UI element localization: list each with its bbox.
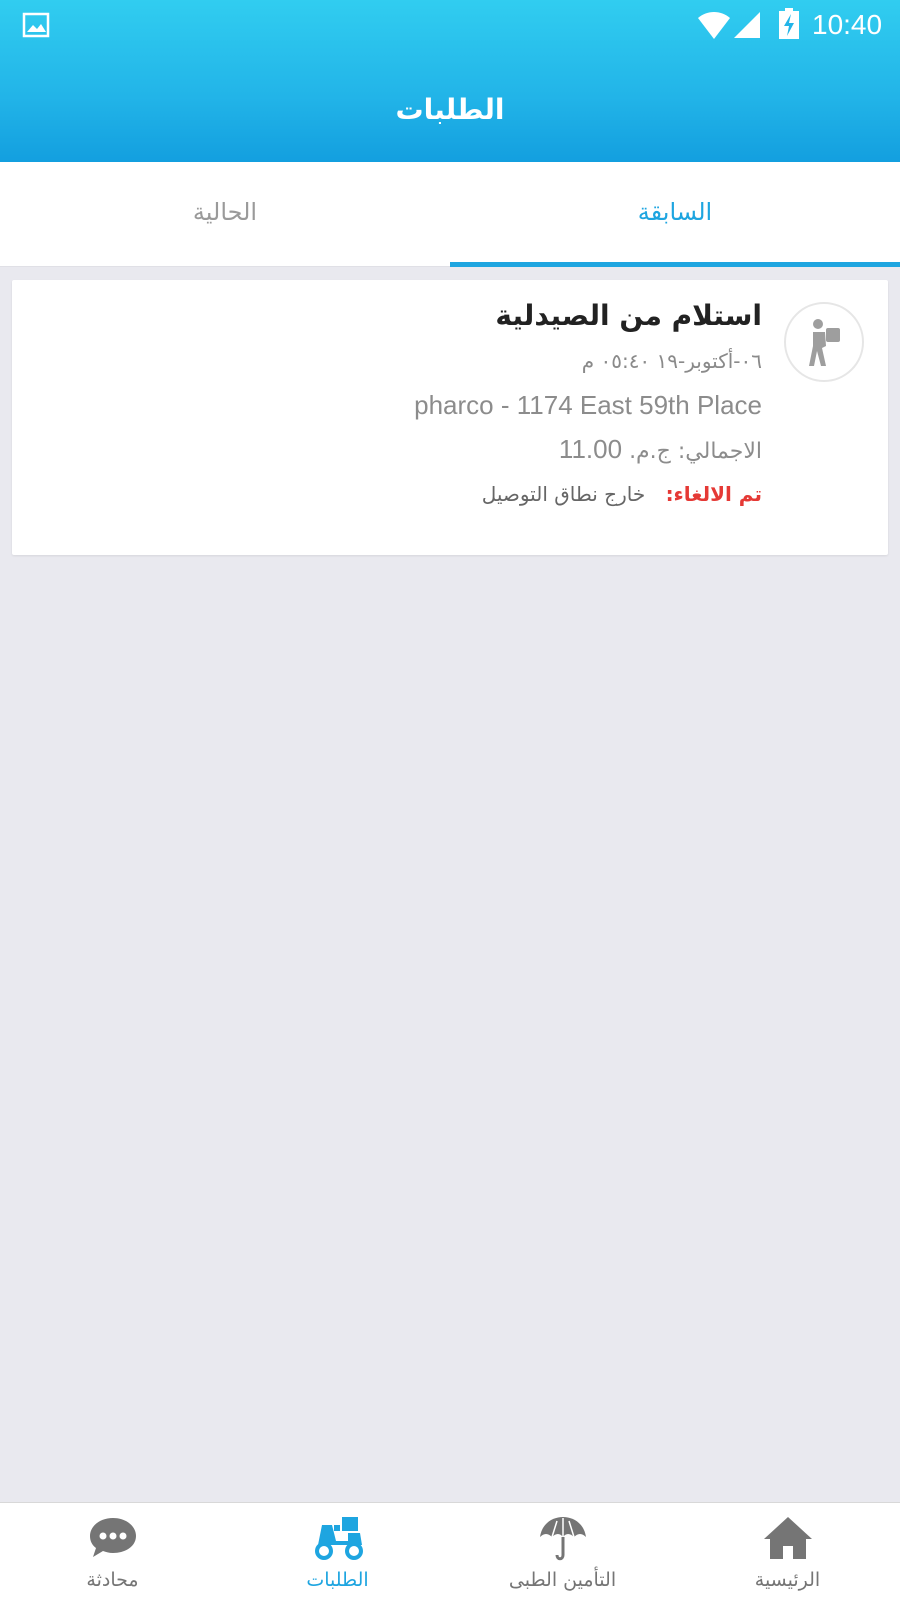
nav-item-chat[interactable]: محادثة — [0, 1503, 225, 1600]
tab-selected-indicator — [450, 262, 900, 267]
order-pharmacy: pharco - 1174 East 59th Place — [414, 390, 762, 420]
nav-item-orders[interactable]: الطلبات — [225, 1503, 450, 1600]
nav-label-chat: محادثة — [86, 1569, 139, 1591]
gallery-icon — [22, 12, 50, 38]
order-total-label: الاجمالي: ج.م. — [629, 439, 762, 464]
bottom-navigation: الرئيسية التأمين الطبى الطلبات محادثة — [0, 1502, 900, 1600]
order-card[interactable]: استلام من الصيدلية ٠٦-أكتوبر-١٩ ٠٥:٤٠ م … — [12, 280, 888, 555]
wifi-icon — [698, 12, 730, 39]
order-total: الاجمالي: ج.م. 11.00 — [62, 432, 762, 469]
umbrella-icon — [540, 1517, 586, 1561]
order-date: ٠٦-أكتوبر-١٩ ٠٥:٤٠ م — [581, 349, 762, 373]
order-total-amount: 11.00 — [558, 434, 623, 464]
home-icon — [764, 1517, 812, 1559]
cancel-label: تم الالغاء: — [665, 482, 762, 506]
order-type-avatar — [784, 302, 864, 382]
nav-label-insurance: التأمين الطبى — [508, 1569, 617, 1591]
tab-current[interactable]: الحالية — [0, 162, 450, 267]
page-title: الطلبات — [395, 93, 505, 126]
order-title: استلام من الصيدلية — [495, 299, 762, 332]
nav-label-orders: الطلبات — [306, 1569, 369, 1591]
order-cancel-status: تم الالغاء: خارج نطاق التوصيل — [62, 477, 762, 511]
nav-item-home[interactable]: الرئيسية — [675, 1503, 900, 1600]
orders-tabs: السابقة الحالية — [0, 162, 900, 267]
battery-charging-icon — [779, 8, 799, 39]
delivery-scooter-icon — [315, 1517, 363, 1560]
chat-icon — [90, 1518, 136, 1557]
status-bar: 10:40 — [0, 0, 900, 52]
signal-icon — [734, 12, 760, 38]
nav-label-home: الرئيسية — [754, 1569, 821, 1591]
tab-previous[interactable]: السابقة — [450, 162, 900, 267]
nav-item-insurance[interactable]: التأمين الطبى — [450, 1503, 675, 1600]
status-clock: 10:40 — [812, 9, 883, 40]
app-header: 10:40 الطلبات — [0, 0, 900, 162]
pickup-walker-icon — [809, 319, 840, 366]
order-details: استلام من الصيدلية ٠٦-أكتوبر-١٩ ٠٥:٤٠ م … — [62, 294, 762, 511]
cancel-reason: خارج نطاق التوصيل — [481, 482, 646, 506]
